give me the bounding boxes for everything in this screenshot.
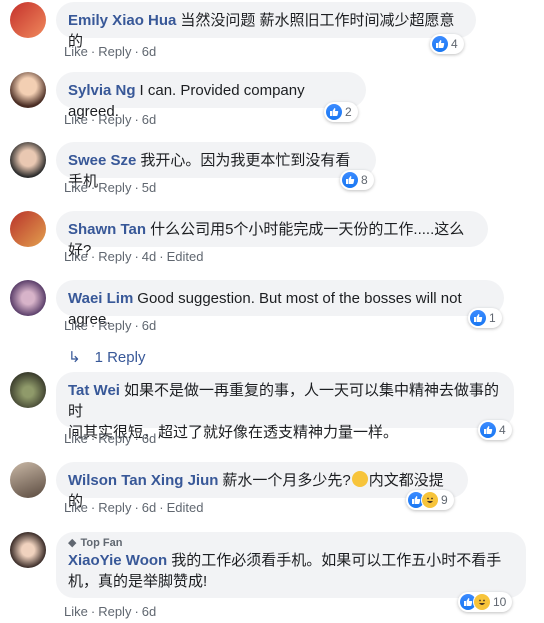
reply-link[interactable]: Reply xyxy=(98,431,131,446)
like-link[interactable]: Like xyxy=(64,180,88,195)
replies-count-label[interactable]: 1 Reply xyxy=(95,348,146,368)
comment-actions: Like · Reply · 6d xyxy=(64,112,157,127)
reply-arrow-icon: ↳ xyxy=(68,349,81,366)
like-icon xyxy=(470,310,486,326)
avatar[interactable] xyxy=(10,462,46,498)
comment-text: 我的工作必须看手机。如果可以工作五小时不看手 xyxy=(171,552,502,569)
comment-time[interactable]: 6d xyxy=(142,112,156,127)
comment-author[interactable]: Swee Sze xyxy=(68,152,136,169)
comment-time[interactable]: 6d xyxy=(142,431,156,446)
reply-link[interactable]: Reply xyxy=(98,180,131,195)
reaction-summary[interactable]: 4 xyxy=(430,34,464,54)
comment-text-continued: 机，真的是举脚赞成! xyxy=(68,573,208,590)
comment-actions: Like · Reply · 6d xyxy=(64,604,157,619)
comment-bubble: ◆ Top Fan XiaoYie Woon 我的工作必须看手机。如果可以工作五小时… xyxy=(56,532,526,598)
reaction-count: 1 xyxy=(489,311,496,325)
reply-link[interactable]: Reply xyxy=(98,249,131,264)
comment-author[interactable]: Waei Lim xyxy=(68,290,133,307)
comment-text: 如果不是做一再重复的事，人一天可以集中精神去做事的时 xyxy=(68,382,499,420)
like-link[interactable]: Like xyxy=(64,44,88,59)
comment-author[interactable]: Sylvia Ng xyxy=(68,82,136,99)
reaction-count: 9 xyxy=(441,493,448,507)
like-link[interactable]: Like xyxy=(64,318,88,333)
edited-label[interactable]: Edited xyxy=(167,500,204,515)
grinning-emoji-icon xyxy=(351,471,368,487)
comment-time[interactable]: 6d xyxy=(142,318,156,333)
comment-time[interactable]: 6d xyxy=(142,44,156,59)
comment-author[interactable]: Wilson Tan Xing Jiun xyxy=(68,472,218,489)
avatar[interactable] xyxy=(10,142,46,178)
avatar[interactable] xyxy=(10,2,46,38)
view-replies-link[interactable]: ↳ 1 Reply xyxy=(68,348,145,368)
comment-time[interactable]: 5d xyxy=(142,180,156,195)
reaction-count: 2 xyxy=(345,105,352,119)
comment-actions: Like · Reply · 5d xyxy=(64,180,157,195)
reaction-summary[interactable]: 1 xyxy=(468,308,502,328)
edited-label[interactable]: Edited xyxy=(167,249,204,264)
reaction-count: 4 xyxy=(451,37,458,51)
like-icon xyxy=(342,172,358,188)
reply-link[interactable]: Reply xyxy=(98,318,131,333)
like-link[interactable]: Like xyxy=(64,431,88,446)
like-link[interactable]: Like xyxy=(64,604,88,619)
diamond-icon: ◆ xyxy=(68,537,77,549)
comment-bubble: Wilson Tan Xing Jiun 薪水一个月多少先? 内文都没提的 xyxy=(56,462,468,510)
reaction-summary[interactable]: 8 xyxy=(340,170,374,190)
like-link[interactable]: Like xyxy=(64,112,88,127)
comment-actions: Like · Reply · 6d xyxy=(64,431,157,446)
reaction-summary[interactable]: 9 xyxy=(406,490,454,510)
comment-bubble: Shawn Tan 什么公司用5个小时能完成一天份的工作.....这么好? xyxy=(56,211,488,259)
like-link[interactable]: Like xyxy=(64,500,88,515)
reaction-count: 8 xyxy=(361,173,368,187)
reply-link[interactable]: Reply xyxy=(98,44,131,59)
reaction-summary[interactable]: 10 xyxy=(458,592,513,612)
comment-time[interactable]: 4d xyxy=(142,249,156,264)
top-fan-label: Top Fan xyxy=(80,537,123,549)
comment-actions: Like · Reply · 6d · Edited xyxy=(64,500,204,515)
avatar[interactable] xyxy=(10,532,46,568)
comment-time[interactable]: 6d xyxy=(142,604,156,619)
like-link[interactable]: Like xyxy=(64,249,88,264)
comment-bubble: Waei Lim Good suggestion. But most of the… xyxy=(56,280,504,328)
reaction-summary[interactable]: 4 xyxy=(478,420,512,440)
comment-time[interactable]: 6d xyxy=(142,500,156,515)
comment-actions: Like · Reply · 4d · Edited xyxy=(64,249,204,264)
comment-author[interactable]: Shawn Tan xyxy=(68,221,146,238)
comment-bubble: Sylvia Ng I can. Provided company agreed. xyxy=(56,72,366,120)
comment-bubble: Tat Wei 如果不是做一再重复的事，人一天可以集中精神去做事的时 间其实很短，… xyxy=(56,372,514,441)
haha-icon xyxy=(474,594,490,610)
like-icon xyxy=(480,422,496,438)
reaction-count: 4 xyxy=(499,423,506,437)
comment-author[interactable]: XiaoYie Woon xyxy=(68,552,167,569)
reaction-summary[interactable]: 2 xyxy=(324,102,358,122)
comment-actions: Like · Reply · 6d xyxy=(64,44,157,59)
comment-bubble: Swee Sze 我开心。因为我更本忙到没有看手机 xyxy=(56,142,376,190)
like-icon xyxy=(432,36,448,52)
comment-text: 薪水一个月多少先? xyxy=(222,472,351,489)
avatar[interactable] xyxy=(10,72,46,108)
comment-author[interactable]: Emily Xiao Hua xyxy=(68,12,176,29)
reply-link[interactable]: Reply xyxy=(98,112,131,127)
comment-author[interactable]: Tat Wei xyxy=(68,382,120,399)
reply-link[interactable]: Reply xyxy=(98,604,131,619)
haha-icon xyxy=(422,492,438,508)
avatar[interactable] xyxy=(10,211,46,247)
like-icon xyxy=(326,104,342,120)
top-fan-badge: ◆ Top Fan xyxy=(68,536,514,550)
comment-bubble: Emily Xiao Hua 当然没问题 薪水照旧工作时间减少超愿意的 xyxy=(56,2,476,50)
avatar[interactable] xyxy=(10,280,46,316)
avatar[interactable] xyxy=(10,372,46,408)
reply-link[interactable]: Reply xyxy=(98,500,131,515)
reaction-count: 10 xyxy=(493,595,507,609)
comment-actions: Like · Reply · 6d xyxy=(64,318,157,333)
